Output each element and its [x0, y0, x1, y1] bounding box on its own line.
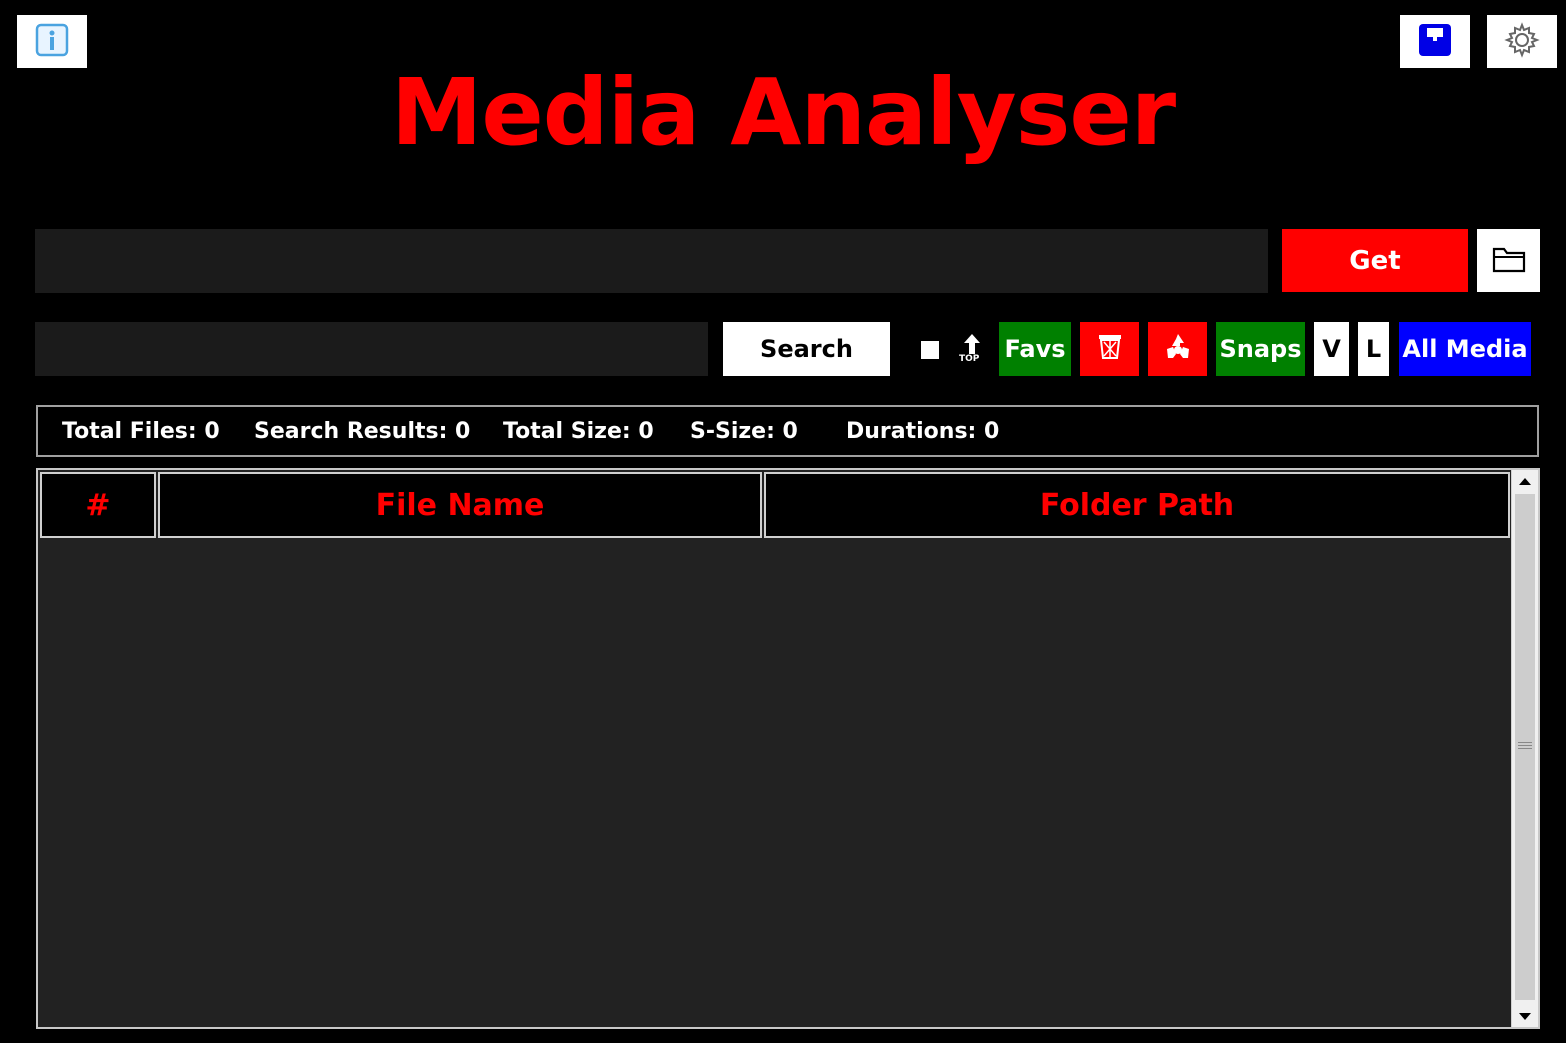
vertical-scrollbar[interactable] [1511, 470, 1538, 1027]
search-input[interactable] [35, 322, 708, 376]
browse-folder-button[interactable] [1477, 229, 1540, 292]
path-input[interactable] [35, 229, 1268, 293]
info-icon [34, 22, 70, 62]
recycle-icon [1162, 330, 1194, 368]
total-size-stat: Total Size: 0 [503, 418, 654, 444]
scroll-thumb[interactable] [1515, 494, 1535, 1000]
filter-checkbox[interactable] [921, 341, 939, 359]
recycle-button[interactable] [1148, 322, 1207, 376]
total-files-stat: Total Files: 0 [62, 418, 220, 444]
all-media-button[interactable]: All Media [1399, 322, 1531, 376]
folder-icon [1491, 243, 1527, 279]
durations-stat: Durations: 0 [846, 418, 1000, 444]
l-button[interactable]: L [1358, 322, 1389, 376]
app-title: Media Analyser [390, 59, 1176, 166]
top-label: TOP [959, 354, 980, 364]
delete-button[interactable] [1080, 322, 1139, 376]
scroll-up-arrow[interactable] [1512, 470, 1538, 492]
column-header-index[interactable]: # [40, 472, 156, 538]
search-results-stat: Search Results: 0 [254, 418, 471, 444]
favs-button[interactable]: Favs [999, 322, 1071, 376]
get-button[interactable]: Get [1282, 229, 1468, 292]
s-size-stat: S-Size: 0 [690, 418, 798, 444]
snaps-button[interactable]: Snaps [1216, 322, 1305, 376]
gear-icon [1504, 21, 1540, 62]
column-header-file-name[interactable]: File Name [158, 472, 762, 538]
search-button[interactable]: Search [723, 322, 890, 376]
column-header-folder-path[interactable]: Folder Path [764, 472, 1510, 538]
v-button[interactable]: V [1314, 322, 1349, 376]
scroll-top-button[interactable]: TOP [956, 332, 988, 368]
scroll-down-arrow[interactable] [1512, 1005, 1538, 1027]
stats-bar: Total Files: 0 Search Results: 0 Total S… [36, 405, 1539, 457]
save-icon [1417, 22, 1453, 62]
files-table[interactable]: # File Name Folder Path [36, 468, 1540, 1029]
trash-icon [1094, 330, 1126, 368]
